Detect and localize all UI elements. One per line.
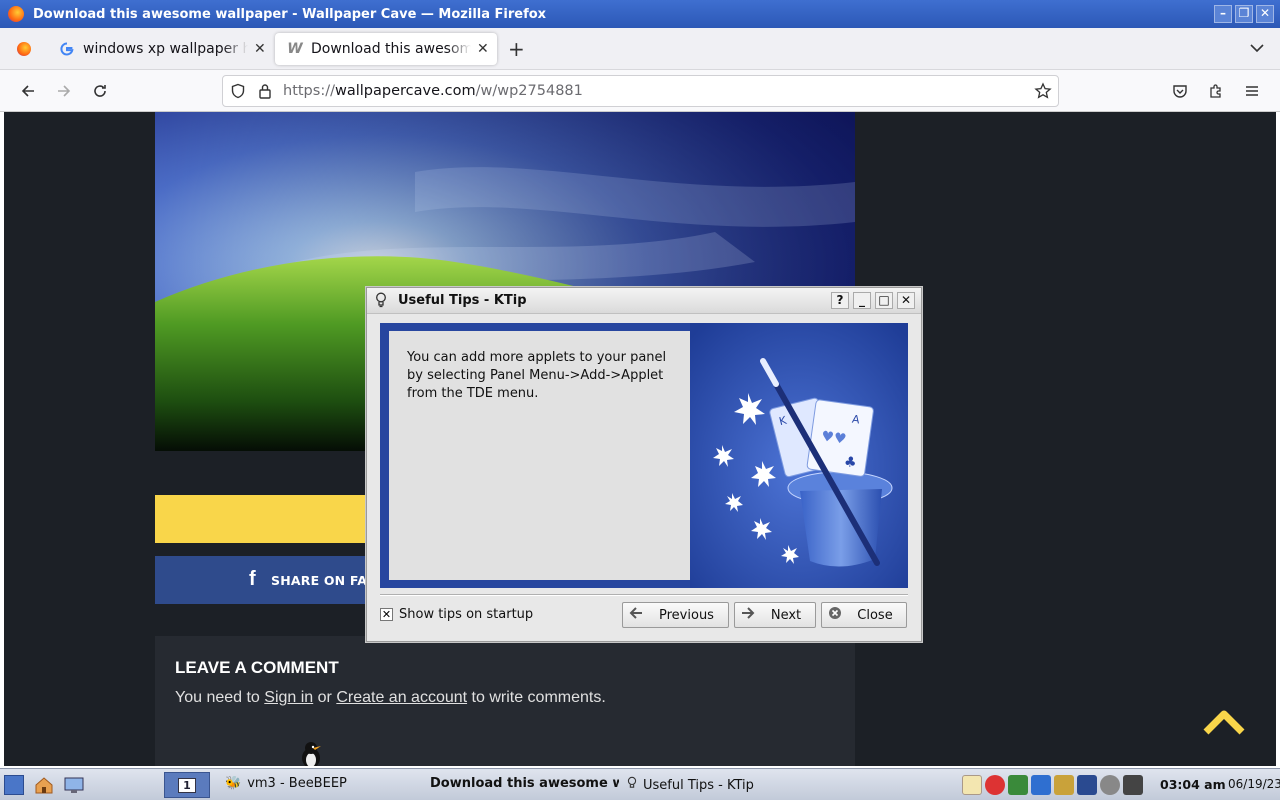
tde-menu-icon[interactable] — [4, 775, 24, 795]
firefox-icon — [17, 42, 31, 56]
extensions-puzzle-icon[interactable] — [1206, 81, 1226, 101]
prompt-text: or — [313, 689, 337, 706]
update-notifier-icon[interactable] — [1008, 775, 1028, 795]
close-window-button[interactable]: ✕ — [1256, 5, 1274, 23]
task-beebeep[interactable]: 🐝 vm3 - BeeBEEP — [225, 776, 347, 791]
tab-bar: windows xp wallpaper high resolution - G… — [0, 28, 1280, 70]
shield-icon[interactable] — [230, 83, 246, 99]
tab-google-search[interactable]: windows xp wallpaper high resolution - G… — [47, 33, 275, 65]
desktop-preview-icon[interactable] — [64, 775, 84, 795]
google-g-icon — [59, 41, 75, 57]
pocket-icon[interactable] — [1170, 81, 1190, 101]
tab-wallpaper-cave[interactable]: W Download this awesome wallpaper - Wall… — [275, 33, 497, 65]
wallpapercave-icon: W — [287, 41, 303, 57]
next-label: Next — [770, 607, 802, 623]
svg-text:♣: ♣ — [843, 454, 858, 472]
minimize-button[interactable]: _ — [853, 292, 871, 309]
separator — [380, 594, 908, 596]
clock-date[interactable]: 06/19/23 — [1228, 777, 1280, 791]
close-label: Close — [857, 607, 893, 623]
task-ktip[interactable]: Useful Tips - KTip — [627, 776, 754, 794]
dialog-title: Useful Tips - KTip — [398, 293, 527, 308]
right-arrow-icon — [741, 607, 757, 623]
close-button[interactable]: Close — [821, 602, 907, 628]
display-icon[interactable] — [1031, 775, 1051, 795]
show-tips-checkbox[interactable]: ✕ Show tips on startup — [380, 607, 533, 622]
bookmark-star-icon[interactable] — [1034, 82, 1052, 100]
speaker-icon[interactable] — [1100, 775, 1120, 795]
screen-icon[interactable] — [1077, 775, 1097, 795]
klipper-icon[interactable] — [962, 775, 982, 795]
firefox-view-button[interactable] — [4, 33, 44, 65]
system-tray — [962, 775, 1143, 795]
tip-text: You can add more applets to your panel b… — [407, 350, 667, 401]
task-label: vm3 - BeeBEEP — [247, 776, 347, 791]
tip-panel: You can add more applets to your panel b… — [380, 323, 908, 588]
comment-login-prompt: You need to Sign in or Create an account… — [175, 689, 606, 707]
new-tab-plus-icon[interactable]: + — [508, 39, 525, 59]
list-all-tabs-chevron-icon[interactable] — [1250, 42, 1264, 57]
home-folder-icon[interactable] — [34, 775, 54, 795]
previous-button[interactable]: Previous — [622, 602, 729, 628]
dialog-titlebar[interactable]: Useful Tips - KTip ? _ □ ✕ — [367, 288, 921, 314]
task-label: Download this awesome wallpaper — [430, 776, 619, 791]
url-bar[interactable]: https://wallpapercave.com/w/wp2754881 — [222, 75, 1059, 107]
reload-icon[interactable] — [90, 81, 110, 101]
minimize-button[interactable]: – — [1214, 5, 1232, 23]
navigation-toolbar: https://wallpapercave.com/w/wp2754881 — [0, 70, 1280, 112]
desktop-number: 1 — [178, 777, 196, 793]
url-text[interactable]: https://wallpapercave.com/w/wp2754881 — [283, 83, 583, 99]
previous-label: Previous — [659, 607, 714, 623]
sign-in-link[interactable]: Sign in — [264, 689, 313, 706]
bulb-icon — [627, 776, 637, 794]
hamburger-menu-icon[interactable] — [1242, 81, 1262, 101]
scroll-to-top-chevron-icon[interactable] — [1202, 708, 1246, 738]
url-scheme: https:// — [283, 83, 335, 99]
facebook-icon: f — [249, 568, 256, 590]
back-arrow-icon[interactable] — [18, 81, 38, 101]
comment-section: LEAVE A COMMENT You need to Sign in or C… — [155, 636, 855, 766]
url-path: /w/wp2754881 — [475, 83, 583, 99]
firefox-icon — [8, 6, 24, 22]
tab-label: Download this awesome wallpaper - Wallpa… — [311, 41, 471, 57]
window-title: Download this awesome wallpaper - Wallpa… — [33, 6, 547, 22]
restore-button[interactable]: ❐ — [1235, 5, 1253, 23]
checkbox-checked-icon[interactable]: ✕ — [380, 608, 393, 621]
show-tips-label[interactable]: Show tips on startup — [399, 607, 533, 622]
magic-hat-cards-illustration: K A ♥♥ ♣ — [690, 323, 908, 588]
comment-heading: LEAVE A COMMENT — [175, 658, 339, 677]
network-disconnected-icon[interactable] — [985, 775, 1005, 795]
lock-icon[interactable] — [258, 83, 272, 99]
left-arrow-icon — [629, 607, 645, 623]
create-account-link[interactable]: Create an account — [336, 689, 467, 706]
tip-text-area: You can add more applets to your panel b… — [389, 331, 690, 580]
close-dialog-button[interactable]: ✕ — [897, 292, 915, 309]
help-button[interactable]: ? — [831, 292, 849, 309]
maximize-button[interactable]: □ — [875, 292, 893, 309]
ktip-dialog: Useful Tips - KTip ? _ □ ✕ You can add m… — [366, 287, 922, 642]
penguin-mascot-icon — [296, 740, 326, 766]
clock-time[interactable]: 03:04 am — [1160, 777, 1226, 792]
forward-arrow-icon[interactable] — [54, 81, 74, 101]
beebeep-tray-icon[interactable] — [1123, 775, 1143, 795]
url-domain: wallpapercave.com — [334, 83, 476, 99]
beebeep-icon: 🐝 — [225, 776, 242, 791]
tab-label: windows xp wallpaper high resolution - G… — [83, 41, 248, 57]
window-titlebar[interactable]: Download this awesome wallpaper - Wallpa… — [0, 0, 1280, 28]
task-label: Useful Tips - KTip — [643, 777, 754, 793]
desktop-pager-button[interactable]: 1 — [164, 772, 210, 798]
close-circle-icon — [828, 606, 844, 624]
tools-icon[interactable] — [1054, 775, 1074, 795]
task-firefox[interactable]: Download this awesome wallpaper — [424, 776, 619, 791]
close-tab-icon[interactable]: ✕ — [477, 41, 489, 57]
close-tab-icon[interactable]: ✕ — [254, 41, 266, 57]
prompt-text: You need to — [175, 689, 265, 706]
lightbulb-icon — [375, 292, 387, 312]
taskbar: 1 🐝 vm3 - BeeBEEP Download this awesome … — [0, 768, 1280, 800]
next-button[interactable]: Next — [734, 602, 816, 628]
prompt-text: to write comments. — [467, 689, 606, 706]
